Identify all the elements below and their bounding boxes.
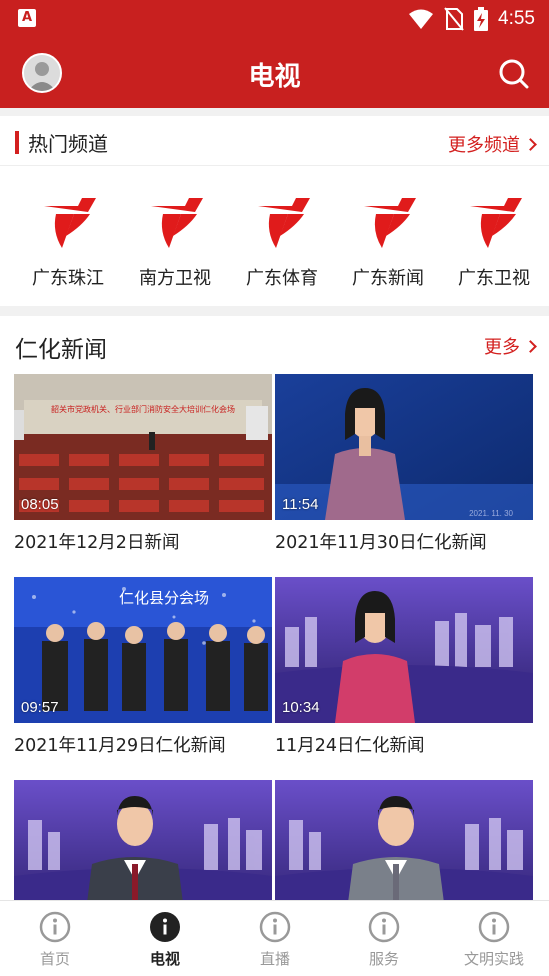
status-time: 4:55 — [498, 8, 535, 29]
channel-item-weishi[interactable]: 广东卫视 — [440, 192, 548, 290]
video-thumbnail: 韶关市党政机关、行业部门消防安全大培训仁化会场 08:05 — [14, 374, 272, 520]
tab-label: 服务 — [368, 950, 399, 968]
video-duration: 10:34 — [282, 699, 320, 716]
news-section-title: 仁化新闻 — [15, 337, 107, 363]
section-accent-bar — [15, 131, 19, 154]
tab-civilization-practice[interactable]: 文明实践 — [439, 901, 549, 976]
info-icon — [259, 911, 291, 943]
divider — [0, 306, 549, 316]
video-duration: 08:05 — [21, 496, 59, 513]
tab-home[interactable]: 首页 — [0, 901, 110, 976]
channel-item-xinwen[interactable]: 广东新闻 — [334, 192, 442, 290]
video-title: 2021年11月30日仁化新闻 — [275, 533, 487, 553]
channel-label: 广东体育 — [246, 268, 318, 289]
search-icon[interactable] — [497, 57, 529, 89]
tab-label: 直播 — [259, 950, 290, 968]
video-thumbnail: 2021. 11. 30 11:54 — [275, 374, 533, 520]
thumbnail-banner-text: 仁化县分会场 — [119, 589, 209, 607]
video-title: 11月24日仁化新闻 — [275, 736, 425, 756]
thumbnail-banner-text: 韶关市党政机关、行业部门消防安全大培训仁化会场 — [51, 404, 235, 414]
status-bar: A 4:55 — [0, 0, 549, 38]
channel-logo-icon — [44, 198, 96, 248]
news-more-label: 更多 — [484, 337, 520, 358]
channel-logo-icon — [151, 198, 203, 248]
video-card[interactable] — [14, 780, 272, 900]
bottom-tab-bar: 首页 电视 直播 服务 文明实践 — [0, 900, 549, 976]
channel-label: 广东珠江 — [32, 268, 104, 289]
tab-label: 文明实践 — [463, 950, 524, 968]
tab-service[interactable]: 服务 — [329, 901, 439, 976]
no-sim-icon — [444, 7, 464, 31]
app-notification-icon: A — [18, 9, 36, 27]
more-channels-link[interactable]: 更多频道 — [448, 131, 537, 157]
channel-logo-icon — [470, 198, 522, 248]
video-card[interactable]: 韶关市党政机关、行业部门消防安全大培训仁化会场 08:05 2021年12月2日… — [14, 374, 272, 554]
video-thumbnail: 仁化县分会场 09:57 — [14, 577, 272, 723]
video-card[interactable] — [275, 780, 533, 900]
app-header: 电视 — [0, 38, 549, 108]
tab-tv[interactable]: 电视 — [110, 901, 220, 976]
video-thumbnail: 10:34 — [275, 577, 533, 723]
video-thumbnail — [275, 780, 533, 900]
hot-channels-section: 热门频道 更多频道 广东珠江 南方卫视 广东体育 广东新闻 广东卫视 — [0, 116, 549, 306]
wifi-icon — [409, 9, 434, 29]
more-channels-label: 更多频道 — [448, 135, 520, 156]
video-thumbnail — [14, 780, 272, 900]
hot-channels-title: 热门频道 — [28, 132, 108, 156]
video-title: 2021年11月29日仁化新闻 — [14, 736, 226, 756]
video-card[interactable]: 仁化县分会场 09:57 2021年11月29日仁化新闻 — [14, 577, 272, 757]
channel-item-tiyu[interactable]: 广东体育 — [228, 192, 336, 290]
info-icon — [150, 912, 180, 942]
tab-live[interactable]: 直播 — [220, 901, 330, 976]
channel-label: 广东卫视 — [458, 268, 530, 289]
channel-logo-icon — [364, 198, 416, 248]
video-duration: 09:57 — [21, 699, 59, 716]
channel-logo-icon — [258, 198, 310, 248]
chevron-right-icon — [524, 339, 537, 353]
page-title: 电视 — [248, 62, 301, 92]
channel-item-zhujiang[interactable]: 广东珠江 — [14, 192, 122, 290]
battery-charging-icon — [474, 7, 489, 31]
video-card[interactable]: 2021. 11. 30 11:54 2021年11月30日仁化新闻 — [275, 374, 533, 554]
info-icon — [478, 911, 510, 943]
video-title: 2021年12月2日新闻 — [14, 533, 180, 553]
news-section: 仁化新闻 更多 韶关市党政机关、行业部门消防安全大培训仁化会场 08:05 20… — [0, 316, 549, 900]
info-icon — [39, 911, 71, 943]
chevron-right-icon — [524, 137, 537, 151]
tab-label: 电视 — [149, 950, 180, 968]
video-duration: 11:54 — [282, 496, 319, 513]
info-icon — [368, 911, 400, 943]
channel-label: 广东新闻 — [352, 268, 424, 289]
channel-item-nanfang[interactable]: 南方卫视 — [121, 192, 229, 290]
news-more-link[interactable]: 更多 — [484, 333, 537, 359]
video-card[interactable]: 10:34 11月24日仁化新闻 — [275, 577, 533, 757]
divider — [0, 108, 549, 116]
hot-channels-header: 热门频道 更多频道 — [0, 116, 549, 166]
channel-label: 南方卫视 — [139, 268, 211, 289]
thumbnail-stamp: 2021. 11. 30 — [469, 509, 513, 518]
tab-label: 首页 — [39, 950, 70, 968]
